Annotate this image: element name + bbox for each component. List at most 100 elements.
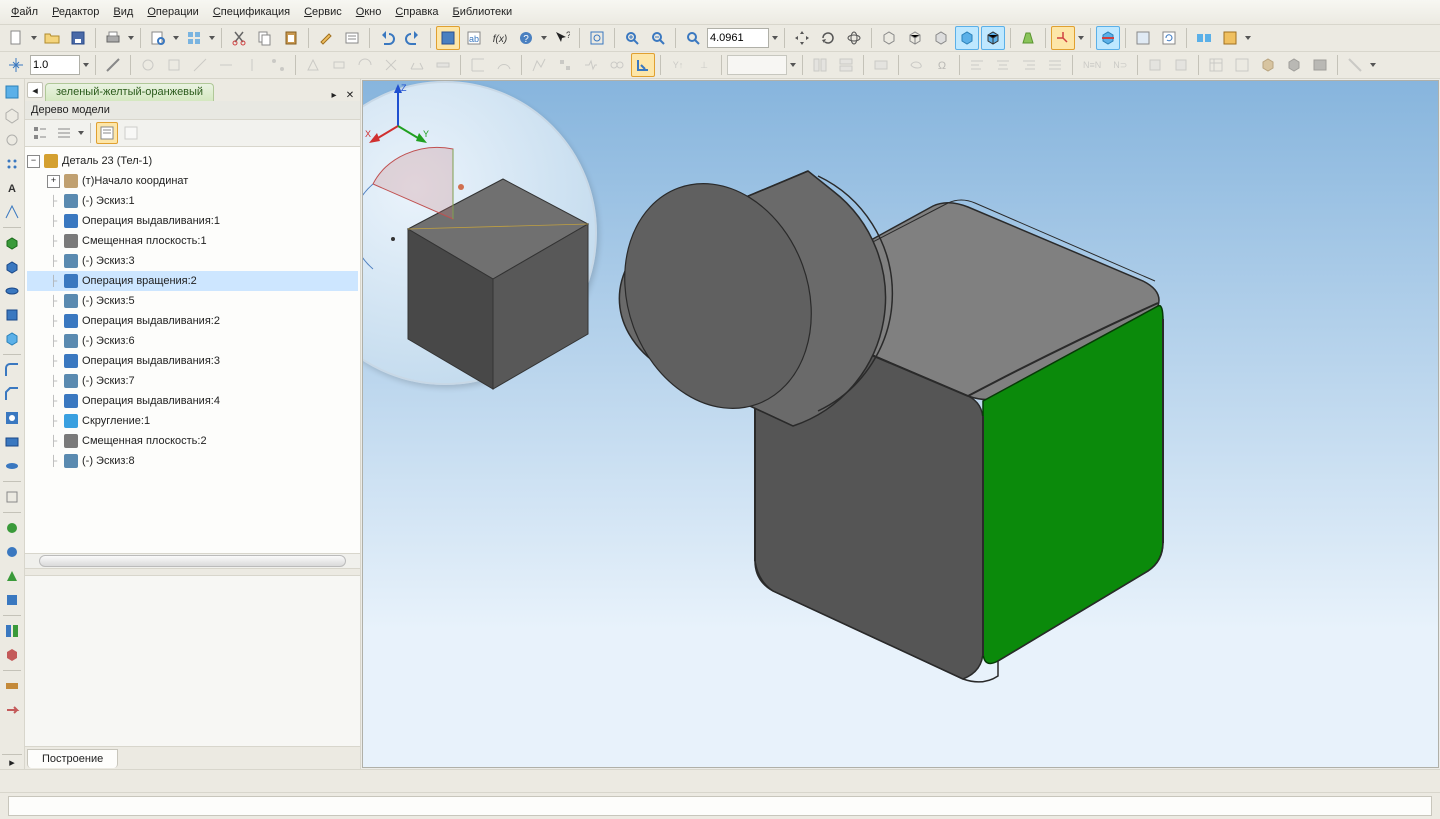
orientations-button[interactable] [1051,26,1075,50]
tool-33[interactable] [904,53,928,77]
paste-properties-button[interactable] [340,26,364,50]
tool-21[interactable]: ⊥ [692,53,716,77]
tool-41[interactable] [1169,53,1193,77]
vt-fillet[interactable] [1,359,23,381]
vt-collapse[interactable]: ▸ [2,754,22,769]
menu-редактор[interactable]: Редактор [45,4,106,20]
vt-revolve[interactable] [1,280,23,302]
vt-sketch[interactable] [1,81,23,103]
zoom-dropdown[interactable] [771,27,779,49]
vt-14[interactable] [1,589,23,611]
fx-button[interactable]: f(x) [488,26,512,50]
tool-omega[interactable]: Ω [930,53,954,77]
tree-item[interactable]: ├Операция выдавливания:3 [27,351,358,371]
properties-dropdown[interactable] [208,27,216,49]
tool-14[interactable] [492,53,516,77]
tool-7[interactable] [301,53,325,77]
tool-30[interactable] [808,53,832,77]
new-file-dropdown[interactable] [30,27,38,49]
tool-18[interactable] [605,53,629,77]
orientations-dropdown[interactable] [1077,27,1085,49]
menu-спецификация[interactable]: Спецификация [206,4,297,20]
hidden-lines-button[interactable] [903,26,927,50]
tool-5[interactable] [240,53,264,77]
model-tree[interactable]: −Деталь 23 (Тел-1)+(т)Начало координат ├(… [25,147,360,553]
tree-item[interactable]: ├(-) Эскиз:3 [27,251,358,271]
menu-сервис[interactable]: Сервис [297,4,349,20]
tool-43[interactable] [1230,53,1254,77]
snap-button[interactable] [4,53,28,77]
pan-button[interactable] [790,26,814,50]
vt-15[interactable] [1,620,23,642]
tree-item[interactable]: ├Операция выдавливания:4 [27,391,358,411]
tree-item[interactable]: ├(-) Эскиз:7 [27,371,358,391]
coord-input[interactable] [727,55,787,75]
open-file-button[interactable] [40,26,64,50]
vt-1[interactable] [1,105,23,127]
zoom-value-input[interactable] [707,28,769,48]
zoom-window-button[interactable] [681,26,705,50]
perspective-button[interactable] [1016,26,1040,50]
zoom-out-button[interactable] [646,26,670,50]
tool-2[interactable] [162,53,186,77]
tree-item[interactable]: ├Смещенная плоскость:1 [27,231,358,251]
format-painter-button[interactable] [314,26,338,50]
tree-item[interactable]: ├Скругление:1 [27,411,358,431]
vt-18[interactable] [1,699,23,721]
tree-item[interactable]: ├(-) Эскиз:8 [27,451,358,471]
tree-item[interactable]: ├Операция выдавливания:1 [27,211,358,231]
tab-close[interactable]: ✕ [344,89,356,101]
document-tab[interactable]: зеленый-желтый-оранжевый [45,83,214,101]
step-value-input[interactable] [30,55,80,75]
tree-item[interactable]: +(т)Начало координат [27,171,358,191]
new-file-button[interactable] [4,26,28,50]
menu-окно[interactable]: Окно [349,4,389,20]
no-hidden-button[interactable] [929,26,953,50]
save-button[interactable] [66,26,90,50]
vt-11[interactable] [1,517,23,539]
rebuild-button[interactable] [1192,26,1216,50]
bottom-tab-build[interactable]: Построение [27,749,118,768]
step-dropdown[interactable] [82,54,90,76]
manager-button[interactable] [436,26,460,50]
tree-root[interactable]: −Деталь 23 (Тел-1) [27,151,358,171]
vt-12[interactable] [1,541,23,563]
zoom-in-button[interactable] [620,26,644,50]
menu-вид[interactable]: Вид [106,4,140,20]
paste-button[interactable] [279,26,303,50]
tool-31[interactable] [834,53,858,77]
align-center-button[interactable] [991,53,1015,77]
align-justify-button[interactable] [1043,53,1067,77]
tool-6[interactable] [266,53,290,77]
tab-scroll-right[interactable]: ▸ [328,89,340,101]
properties-button[interactable] [182,26,206,50]
vt-2[interactable] [1,129,23,151]
vt-3[interactable] [1,153,23,175]
rotate-button[interactable] [816,26,840,50]
toolbar2-end-dropdown[interactable] [1369,54,1377,76]
tool-16[interactable] [553,53,577,77]
panel-splitter[interactable] [25,568,360,576]
undo-button[interactable] [375,26,399,50]
tree-item[interactable]: ├Операция выдавливания:2 [27,311,358,331]
menu-библиотеки[interactable]: Библиотеки [446,4,520,20]
tree-item[interactable]: ├Смещенная плоскость:2 [27,431,358,451]
coord-dropdown[interactable] [789,54,797,76]
tree-btn-3[interactable] [96,122,118,144]
menu-операции[interactable]: Операции [140,4,205,20]
whatsthis-button[interactable]: ? [550,26,574,50]
tool-13[interactable] [466,53,490,77]
tree-item[interactable]: ├(-) Эскиз:5 [27,291,358,311]
tool-10[interactable] [379,53,403,77]
tool-46[interactable] [1308,53,1332,77]
tool-40[interactable] [1143,53,1167,77]
tool-nn2[interactable]: N⊃ [1108,53,1132,77]
tool-4[interactable] [214,53,238,77]
print-button[interactable] [101,26,125,50]
orbit-button[interactable] [842,26,866,50]
tool-20[interactable]: Y↑ [666,53,690,77]
measure-button[interactable] [101,53,125,77]
section-button[interactable] [1096,26,1120,50]
simplify-button[interactable] [1131,26,1155,50]
tool-12[interactable] [431,53,455,77]
